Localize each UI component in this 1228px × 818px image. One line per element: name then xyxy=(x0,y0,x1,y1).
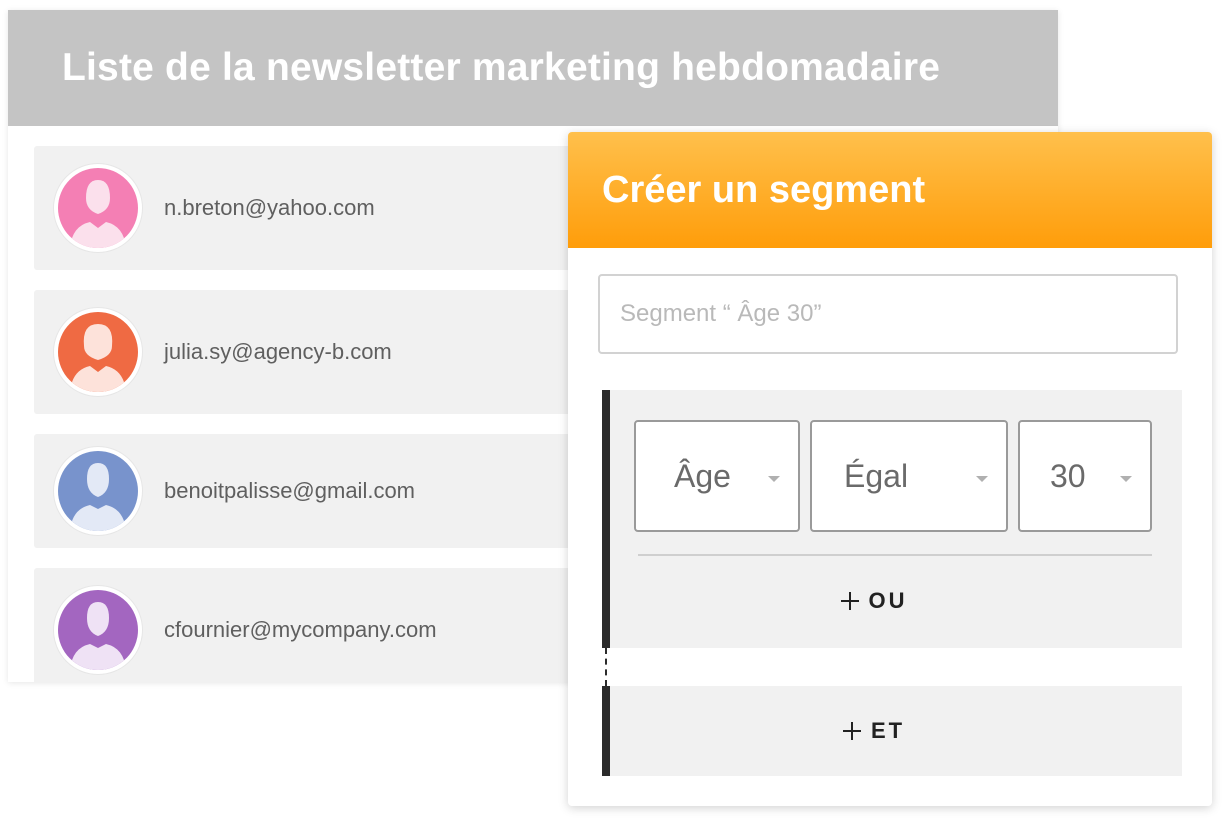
create-segment-panel: Créer un segment Âge Égal 30 OU xyxy=(568,132,1212,806)
field-select-value: Âge xyxy=(674,457,731,494)
newsletter-list-header: Liste de la newsletter marketing hebdoma… xyxy=(8,10,1058,126)
operator-select[interactable]: Égal xyxy=(810,420,1008,532)
contact-email: benoitpalisse@gmail.com xyxy=(164,478,416,503)
rule-connector xyxy=(605,648,607,686)
rule-divider xyxy=(638,554,1152,556)
operator-select-value: Égal xyxy=(844,457,909,494)
female-user-icon xyxy=(54,164,142,252)
newsletter-list-title: Liste de la newsletter marketing hebdoma… xyxy=(62,46,941,89)
add-or-condition-button[interactable]: OU xyxy=(610,576,1138,626)
male-user-icon xyxy=(54,447,142,535)
value-select-value: 30 xyxy=(1050,457,1086,494)
chevron-down-icon xyxy=(1120,476,1132,482)
contact-email: julia.sy@agency-b.com xyxy=(164,339,392,364)
chevron-down-icon xyxy=(976,476,988,482)
avatar-graphic xyxy=(58,168,138,248)
and-group: ET xyxy=(602,686,1182,776)
avatar-graphic xyxy=(58,590,138,670)
rule-group: Âge Égal 30 OU xyxy=(602,390,1182,648)
contact-email: cfournier@mycompany.com xyxy=(164,617,437,642)
plus-icon xyxy=(842,722,861,740)
create-segment-header: Créer un segment xyxy=(568,132,1212,248)
chevron-down-icon xyxy=(768,476,780,482)
field-select[interactable]: Âge xyxy=(634,420,800,532)
stage: Liste de la newsletter marketing hebdoma… xyxy=(0,0,1228,818)
female-user-icon xyxy=(54,308,142,396)
male-user-icon xyxy=(54,586,142,674)
add-and-condition-button[interactable]: ET xyxy=(610,706,1138,756)
add-and-label: ET xyxy=(870,718,906,743)
add-or-label: OU xyxy=(868,588,908,613)
segment-name-input[interactable] xyxy=(598,274,1178,354)
plus-icon xyxy=(840,592,859,610)
create-segment-title: Créer un segment xyxy=(602,168,926,211)
avatar-graphic xyxy=(58,312,138,392)
avatar-graphic xyxy=(58,451,138,531)
value-select[interactable]: 30 xyxy=(1018,420,1152,532)
contact-email: n.breton@yahoo.com xyxy=(164,195,375,220)
